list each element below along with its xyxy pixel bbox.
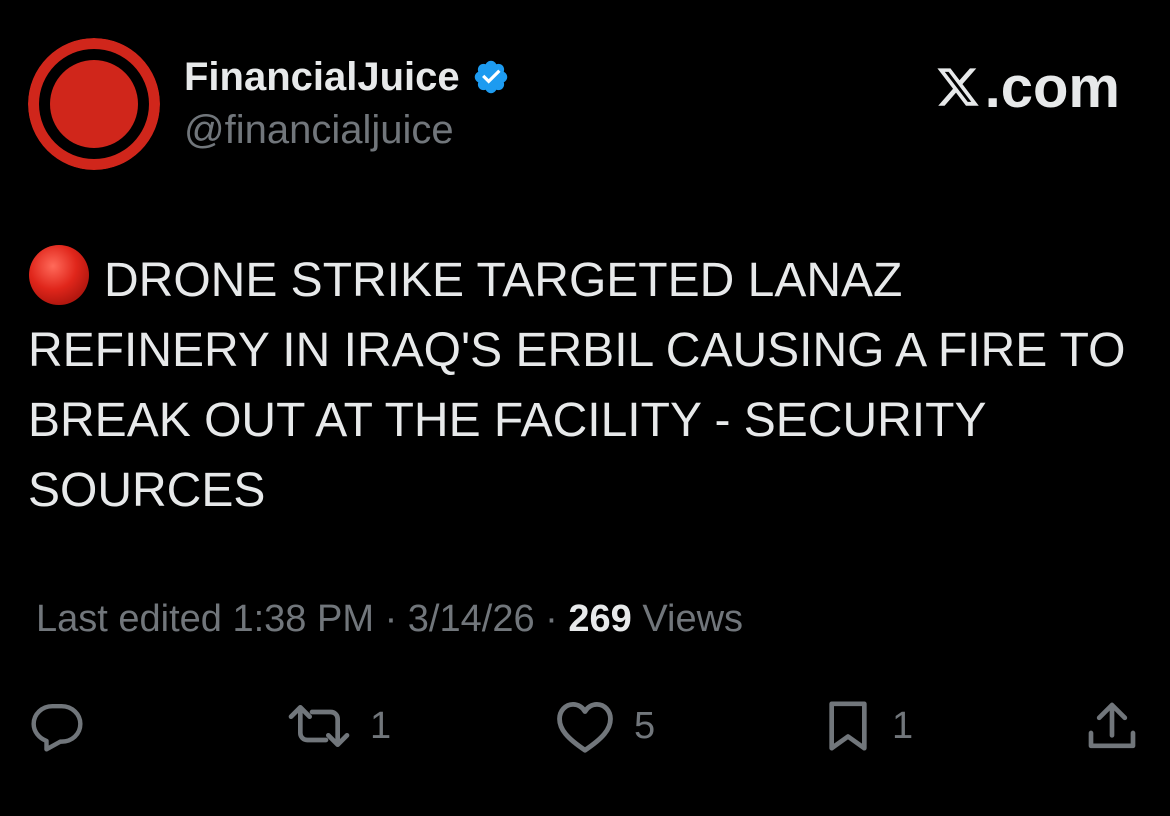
like-count: 5 bbox=[634, 704, 656, 747]
avatar[interactable] bbox=[28, 38, 160, 170]
red-circle-emoji bbox=[29, 245, 89, 305]
meta-separator: · bbox=[384, 598, 398, 640]
bookmark-count: 1 bbox=[892, 704, 914, 747]
views-label[interactable]: Views bbox=[642, 598, 743, 640]
share-button[interactable] bbox=[1084, 698, 1140, 754]
reply-icon bbox=[31, 703, 83, 752]
reply-button[interactable] bbox=[28, 698, 86, 754]
verified-badge-icon bbox=[474, 60, 507, 94]
tweet-date[interactable]: 3/14/26 bbox=[408, 598, 535, 640]
bookmark-button[interactable]: 1 bbox=[822, 698, 913, 754]
bookmark-icon bbox=[829, 701, 867, 751]
author-display-name-row[interactable]: FinancialJuice bbox=[184, 52, 510, 102]
author-display-name[interactable]: FinancialJuice bbox=[184, 55, 460, 100]
tweet-text-block: DRONE STRIKE TARGETED LANAZ REFINERY IN … bbox=[28, 244, 1138, 526]
repost-count: 1 bbox=[370, 704, 392, 747]
tweet-text: DRONE STRIKE TARGETED LANAZ REFINERY IN … bbox=[28, 254, 1126, 517]
views-count[interactable]: 269 bbox=[568, 598, 631, 640]
author-handle[interactable]: @financialjuice bbox=[184, 108, 454, 153]
x-logo-icon bbox=[937, 68, 979, 106]
brand-label: .com bbox=[984, 54, 1120, 120]
brand-watermark: .com bbox=[935, 52, 1120, 122]
heart-icon bbox=[557, 701, 613, 753]
repost-icon bbox=[288, 705, 350, 747]
edited-label[interactable]: Last edited bbox=[36, 598, 222, 640]
repost-button[interactable]: 1 bbox=[286, 698, 391, 754]
share-icon bbox=[1088, 702, 1136, 749]
tweet-time[interactable]: 1:38 PM bbox=[232, 598, 374, 640]
meta-separator: · bbox=[545, 598, 558, 640]
like-button[interactable]: 5 bbox=[554, 698, 655, 754]
tweet-meta: Last edited 1:38 PM · 3/14/26 · 269 View… bbox=[36, 598, 743, 641]
